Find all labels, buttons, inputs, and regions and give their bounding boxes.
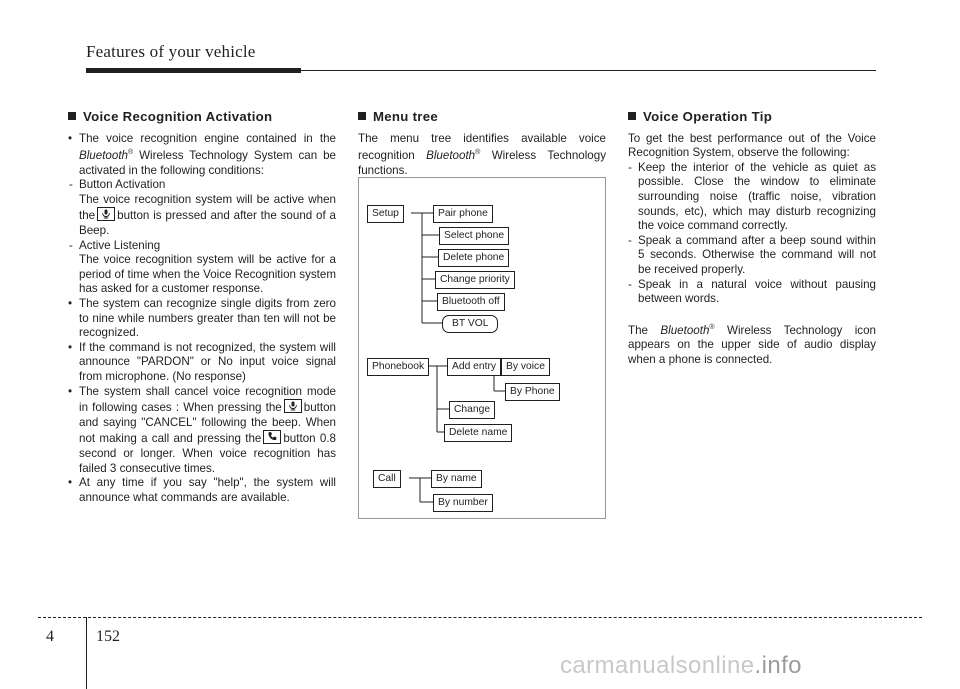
column-voice-operation-tip: Voice Operation Tip To get the best perf… <box>628 109 876 367</box>
tree-node-by-phone[interactable]: By Phone <box>505 383 560 401</box>
phone-icon <box>263 430 282 445</box>
paragraph-help-command: At any time if you say "help", the syste… <box>68 476 336 505</box>
section-heading-voice-operation-tip: Voice Operation Tip <box>628 109 876 125</box>
paragraph-menu-tree-intro: The menu tree identifies available voice… <box>358 131 606 177</box>
menu-tree-diagram: Setup Pair phone Select phone Delete pho… <box>358 177 606 519</box>
microphone-icon <box>97 207 116 222</box>
column-voice-recognition-activation: Voice Recognition Activation The voice r… <box>68 109 336 505</box>
watermark: carmanualsonline.info <box>560 652 802 680</box>
paragraph-engine-contained: The voice recognition engine contained i… <box>68 132 336 179</box>
tree-node-bt-vol[interactable]: BT VOL <box>442 315 499 333</box>
page-title: Features of your vehicle <box>86 42 256 61</box>
tree-node-call[interactable]: Call <box>373 470 401 488</box>
tree-node-change[interactable]: Change <box>449 401 496 419</box>
tree-node-add-entry[interactable]: Add entry <box>447 358 502 376</box>
microphone-icon <box>283 399 302 414</box>
paragraph-cancel-voice: The system shall cancel voice recognitio… <box>68 385 336 477</box>
tree-node-by-number[interactable]: By number <box>433 494 493 512</box>
footer-divider <box>38 617 922 619</box>
footer-vertical-rule <box>86 617 87 689</box>
paragraph-pardon: If the command is not recognized, the sy… <box>68 341 336 385</box>
tip-speak-after-beep: Speak a command after a beep sound withi… <box>628 234 876 278</box>
tip-keep-interior-quiet: Keep the interior of the vehicle as quie… <box>628 161 876 234</box>
watermark-tld: .info <box>754 652 802 679</box>
column-menu-tree: Menu tree The menu tree identifies avail… <box>358 109 606 178</box>
tree-node-phonebook[interactable]: Phonebook <box>367 358 430 376</box>
header-rule-thin <box>301 70 876 71</box>
chapter-number: 4 <box>46 628 54 645</box>
item-active-listening-body: The voice recognition system will be act… <box>79 253 336 296</box>
section-heading-voice-recognition-activation: Voice Recognition Activation <box>68 109 336 125</box>
paragraph-best-performance: To get the best performance out of the V… <box>628 131 876 160</box>
tree-node-select-phone[interactable]: Select phone <box>439 227 510 245</box>
page-number: 152 <box>96 628 120 645</box>
header-rule-thick <box>86 68 301 73</box>
square-bullet-icon <box>358 112 366 120</box>
section-heading-menu-tree: Menu tree <box>358 109 606 125</box>
tree-node-by-voice[interactable]: By voice <box>501 358 550 376</box>
tree-node-delete-name[interactable]: Delete name <box>444 424 513 442</box>
tree-node-bluetooth-off[interactable]: Bluetooth off <box>437 293 505 311</box>
tree-node-pair-phone[interactable]: Pair phone <box>433 205 493 223</box>
watermark-site: carmanualsonline <box>560 652 755 679</box>
tree-node-by-name[interactable]: By name <box>431 470 482 488</box>
square-bullet-icon <box>68 112 76 120</box>
tree-node-setup[interactable]: Setup <box>367 205 404 223</box>
tip-natural-voice: Speak in a natural voice without pausing… <box>628 278 876 307</box>
paragraph-bluetooth-icon: The Bluetooth® Wireless Technology icon … <box>628 323 876 366</box>
document-page: Features of your vehicle Voice Recogniti… <box>0 0 960 689</box>
item-active-listening: Active Listening <box>68 239 336 254</box>
item-button-activation: Button Activation <box>68 178 336 193</box>
item-button-activation-body: The voice recognition system will be act… <box>79 192 336 238</box>
header-rule <box>86 68 876 73</box>
square-bullet-icon <box>628 112 636 120</box>
paragraph-single-digits: The system can recognize single digits f… <box>68 297 336 341</box>
tree-node-change-priority[interactable]: Change priority <box>435 271 515 289</box>
tree-node-delete-phone[interactable]: Delete phone <box>438 249 510 267</box>
